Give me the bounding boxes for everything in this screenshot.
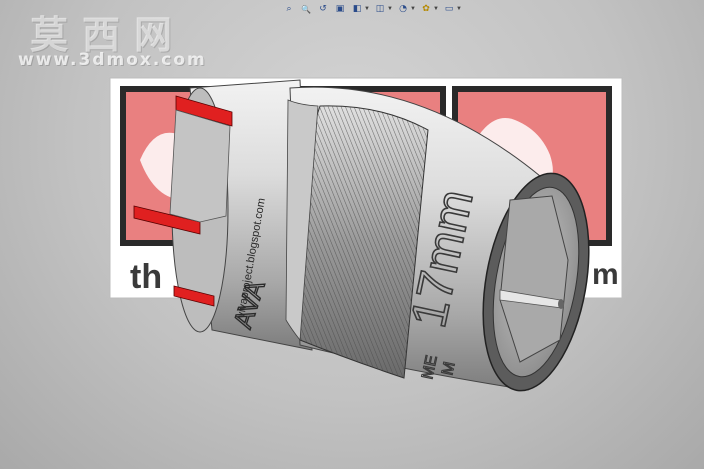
- graphics-viewport[interactable]: th m vivaproject.blogspot.com AVA 17mm M…: [0, 0, 704, 469]
- side-engraving-1: ME: [419, 354, 441, 381]
- background-logo-text-right: m: [592, 258, 619, 291]
- background-logo-text-left: th: [130, 258, 162, 296]
